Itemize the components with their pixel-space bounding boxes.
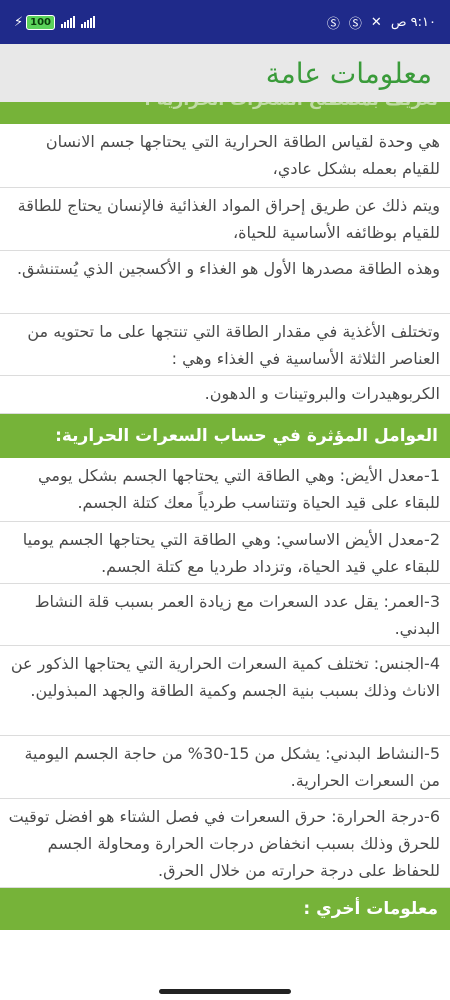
- battery-level: 100: [26, 14, 56, 30]
- clock: ٩:١٠ ص: [390, 14, 436, 30]
- list-item: هي وحدة لقياس الطاقة الحرارية التي يحتاج…: [0, 124, 450, 188]
- s-app-icon-2: Ⓢ: [348, 16, 362, 32]
- section-header-factors: العوامل المؤثرة في حساب السعرات الحرارية…: [0, 414, 450, 458]
- s-app-icon: Ⓢ: [326, 16, 340, 32]
- section-header-other-info: معلومات أخري :: [0, 888, 450, 930]
- list-item: 2-معدل الأيض الاساسي: وهي الطاقة التي يح…: [0, 522, 450, 584]
- status-right: Ⓢ Ⓢ ✕ ٩:١٠ ص: [327, 13, 436, 32]
- charging-icon: ⚡: [14, 14, 24, 30]
- section-title: تعريف بمصطلح السعرات الحرارية :: [144, 102, 438, 110]
- section-header-definition: تعريف بمصطلح السعرات الحرارية :: [0, 102, 450, 124]
- list-item: 4-الجنس: تختلف كمية السعرات الحرارية الت…: [0, 646, 450, 736]
- status-bar: ⚡ 100 Ⓢ Ⓢ ✕ ٩:١٠ ص: [0, 0, 450, 44]
- list-item: وهذه الطاقة مصدرها الأول هو الغذاء و الأ…: [0, 251, 450, 314]
- list-item: 5-النشاط البدني: يشكل من 15-30% من حاجة …: [0, 736, 450, 799]
- list-item: 1-معدل الأيض: وهي الطاقة التي يحتاجها ال…: [0, 458, 450, 522]
- status-left: ⚡ 100: [14, 14, 96, 30]
- list-item: ويتم ذلك عن طريق إحراق المواد الغذائية ف…: [0, 188, 450, 251]
- list-item: الكربوهيدرات والبروتينات و الدهون.: [0, 376, 450, 414]
- signal-icon-2: [81, 16, 96, 28]
- mute-icon: ✕: [370, 14, 382, 30]
- signal-icon: [61, 16, 76, 28]
- list-item: وتختلف الأغذية في مقدار الطاقة التي تنتج…: [0, 314, 450, 376]
- list-item: 6-درجة الحرارة: حرق السعرات في فصل الشتا…: [0, 799, 450, 888]
- app-bar: معلومات عامة: [0, 44, 450, 102]
- page-title: معلومات عامة: [265, 56, 432, 90]
- list-item: 3-العمر: يقل عدد السعرات مع زيادة العمر …: [0, 584, 450, 646]
- battery-indicator: ⚡ 100: [14, 14, 56, 30]
- home-indicator[interactable]: [159, 989, 291, 994]
- content-list[interactable]: تعريف بمصطلح السعرات الحرارية : هي وحدة …: [0, 102, 450, 994]
